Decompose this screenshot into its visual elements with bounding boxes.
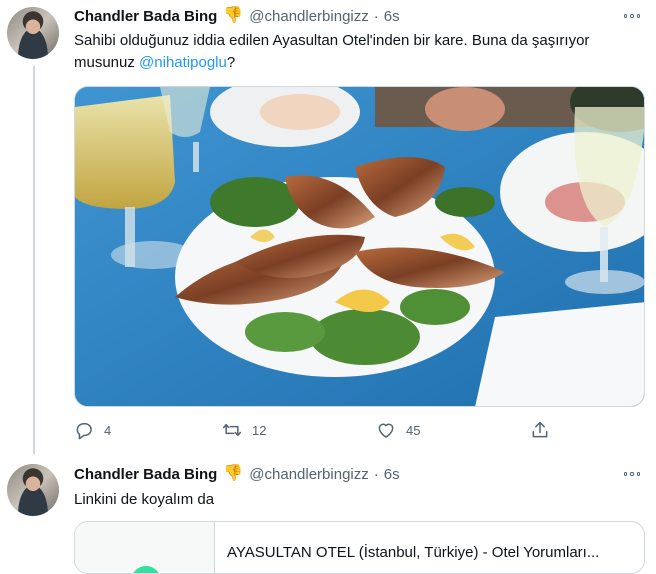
thumbs-down-emoji-icon: 👎 (223, 7, 244, 24)
tweet-photo[interactable] (74, 86, 645, 407)
more-icon[interactable] (618, 464, 646, 484)
tweet-actions: 4 12 45 (74, 418, 554, 442)
reply-button[interactable]: 4 (74, 418, 111, 442)
thumbs-down-emoji-icon: 👎 (223, 465, 244, 482)
share-button[interactable] (530, 418, 550, 442)
retweet-count: 12 (252, 422, 267, 438)
reply-count: 4 (104, 422, 112, 438)
link-preview-card[interactable]: AYASULTAN OTEL (İstanbul, Türkiye) - Ote… (74, 521, 645, 574)
tweet-header: Chandler Bada Bing 👎 @chandlerbingizz · … (74, 5, 400, 27)
retweet-button[interactable]: 12 (222, 418, 266, 442)
timestamp[interactable]: 6s (384, 8, 400, 25)
avatar[interactable] (7, 464, 59, 516)
shrimp-plate-photo (75, 87, 644, 406)
display-name[interactable]: Chandler Bada Bing (74, 8, 217, 25)
tweet-text: Sahibi olduğunuz iddia edilen Ayasultan … (74, 30, 634, 74)
mention-link[interactable]: @nihatipoglu (139, 54, 227, 71)
display-name[interactable]: Chandler Bada Bing (74, 466, 217, 483)
timestamp[interactable]: 6s (384, 466, 400, 483)
reply-icon (76, 423, 92, 440)
user-handle[interactable]: @chandlerbingizz (249, 466, 368, 483)
card-title: AYASULTAN OTEL (İstanbul, Türkiye) - Ote… (227, 544, 600, 561)
tweet-text: Linkini de koyalım da (74, 491, 215, 508)
avatar[interactable] (7, 7, 59, 59)
tripadvisor-logo-icon (131, 566, 161, 573)
retweet-icon (222, 423, 242, 437)
like-button[interactable]: 45 (376, 418, 420, 442)
tweet-header: Chandler Bada Bing 👎 @chandlerbingizz · … (74, 463, 400, 485)
heart-icon (378, 423, 394, 438)
separator-dot: · (373, 7, 379, 25)
more-icon[interactable] (618, 6, 646, 26)
tweet-text-tail: ? (226, 54, 236, 71)
user-handle[interactable]: @chandlerbingizz (249, 8, 368, 25)
separator-dot: · (373, 465, 379, 483)
like-count: 45 (406, 422, 421, 438)
card-thumbnail (75, 522, 215, 573)
share-icon (532, 421, 548, 438)
thread-connector-line (33, 66, 35, 454)
